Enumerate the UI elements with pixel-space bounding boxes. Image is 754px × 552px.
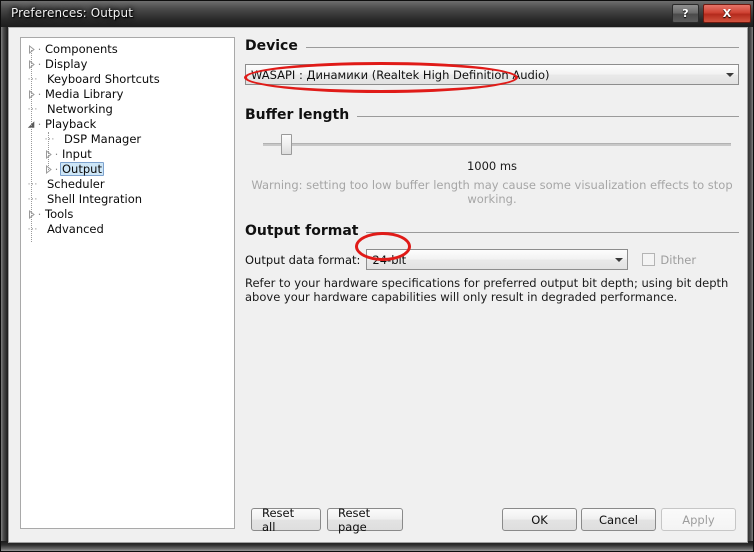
cancel-button[interactable]: Cancel — [581, 508, 656, 531]
dialog-client-area: · Components · Display ⋯ Keyboard Shortcuts · M… — [8, 27, 748, 543]
buffer-heading: Buffer length — [245, 107, 350, 123]
dither-checkbox-box[interactable] — [642, 253, 656, 266]
buffer-length-warning: Warning: setting too low buffer length m… — [251, 178, 733, 206]
sidebar-item-label: Networking — [47, 102, 113, 116]
sidebar-item-label: Tools — [45, 207, 74, 221]
sidebar-item-label: DSP Manager — [64, 132, 142, 146]
tree-dot: · — [54, 148, 59, 161]
sidebar-item-playback[interactable]: · Playback — [27, 117, 234, 132]
sidebar-item-label: Media Library — [45, 87, 124, 101]
sidebar-item-label: Advanced — [47, 222, 104, 236]
sidebar-item-shell-integration[interactable]: ⋯ Shell Integration — [27, 192, 234, 207]
buffer-length-value: 1000 ms — [466, 159, 518, 173]
sidebar-item-tools[interactable]: · Tools — [27, 207, 234, 222]
output-data-format-label: Output data format: — [245, 252, 361, 267]
sidebar-item-advanced[interactable]: ⋯ Advanced — [27, 222, 234, 237]
dither-checkbox[interactable]: Dither — [642, 253, 696, 267]
sidebar-item-media-library[interactable]: · Media Library — [27, 87, 234, 102]
output-data-format-value: 24-bit — [372, 252, 407, 267]
sidebar-item-label: Shell Integration — [47, 192, 143, 206]
reset-page-button[interactable]: Reset page — [327, 506, 403, 534]
dialog-button-bar: Reset all Reset page OK Cancel Apply — [245, 506, 739, 534]
preferences-tree[interactable]: · Components · Display ⋯ Keyboard Shortcuts · M… — [20, 37, 235, 529]
sidebar-item-label: Components — [45, 42, 118, 56]
device-combobox[interactable]: WASAPI : Динамики (Realtek High Definiti… — [245, 64, 739, 85]
tree-dot: · — [54, 163, 59, 176]
tree-dot: · — [37, 118, 42, 131]
buffer-heading-rule — [357, 115, 739, 117]
buffer-section-header: Buffer length — [245, 107, 739, 123]
dither-label: Dither — [660, 252, 697, 267]
window-frame-left — [1, 1, 8, 551]
chevron-down-icon[interactable] — [610, 257, 627, 262]
chevron-down-icon[interactable] — [721, 72, 738, 77]
window-title: Preferences: Output — [11, 6, 134, 20]
sidebar-item-output[interactable]: · Output — [27, 162, 234, 177]
reset-all-button[interactable]: Reset all — [251, 506, 321, 534]
slider-track[interactable] — [263, 143, 731, 146]
close-button[interactable]: X — [703, 4, 751, 23]
output-settings-pane: Device WASAPI : Динамики (Realtek High D… — [245, 37, 739, 534]
apply-button: Apply — [661, 508, 736, 531]
sidebar-item-display[interactable]: · Display — [27, 57, 234, 72]
sidebar-item-dsp-manager[interactable]: ⋯ DSP Manager — [27, 132, 234, 147]
device-combobox-value: WASAPI : Динамики (Realtek High Definiti… — [251, 67, 550, 82]
output-format-heading: Output format — [245, 223, 359, 239]
help-button[interactable]: ? — [672, 4, 699, 23]
device-heading: Device — [245, 38, 298, 54]
tree-dot: · — [37, 43, 42, 56]
device-heading-rule — [305, 46, 739, 48]
output-format-section-header: Output format — [245, 223, 739, 239]
tree-dot: · — [37, 88, 42, 101]
ok-button[interactable]: OK — [502, 508, 577, 531]
sidebar-item-keyboard-shortcuts[interactable]: ⋯ Keyboard Shortcuts — [27, 72, 234, 87]
tree-dot: · — [37, 208, 42, 221]
sidebar-item-label: Keyboard Shortcuts — [47, 72, 160, 86]
tree-connector-line-sub — [48, 132, 50, 170]
sidebar-item-label: Playback — [45, 117, 97, 131]
output-data-format-row: Output data format: 24-bit Dither — [245, 249, 739, 270]
sidebar-item-networking[interactable]: ⋯ Networking — [27, 102, 234, 117]
device-section-header: Device — [245, 38, 739, 54]
tree-dot: · — [37, 58, 42, 71]
sidebar-item-label: Input — [62, 147, 92, 161]
output-format-heading-rule — [366, 231, 739, 233]
buffer-length-slider[interactable] — [245, 131, 739, 157]
sidebar-item-input[interactable]: · Input — [27, 147, 234, 162]
sidebar-item-scheduler[interactable]: ⋯ Scheduler — [27, 177, 234, 192]
sidebar-item-label: Output — [60, 162, 104, 176]
sidebar-item-label: Scheduler — [47, 177, 105, 191]
tree-connector-line — [31, 50, 33, 242]
sidebar-item-label: Display — [45, 57, 88, 71]
title-bar[interactable]: Preferences: Output ? X — [1, 1, 754, 27]
output-data-format-combobox[interactable]: 24-bit — [366, 249, 629, 270]
slider-thumb[interactable] — [281, 134, 293, 155]
preferences-window: Preferences: Output ? X · Components · Disp… — [0, 0, 754, 552]
output-format-help-text: Refer to your hardware specifications fo… — [245, 276, 729, 304]
sidebar-item-components[interactable]: · Components — [27, 42, 234, 57]
